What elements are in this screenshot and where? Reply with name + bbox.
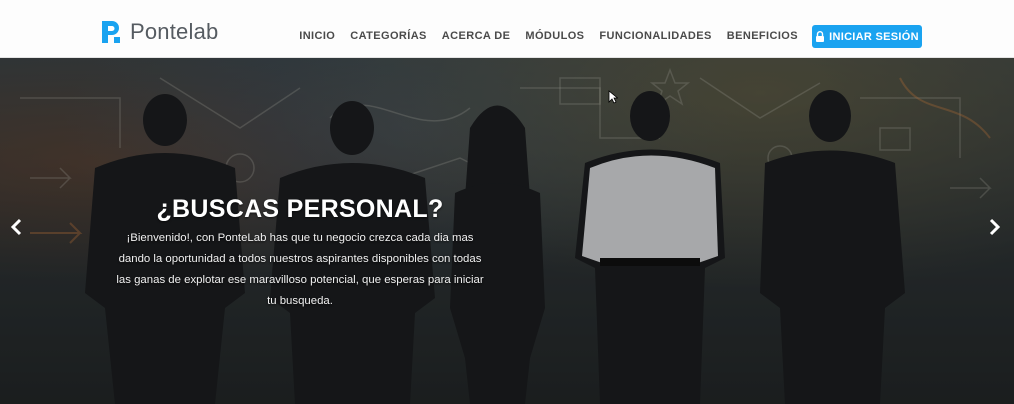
- brand-name: Pontelab: [130, 19, 219, 44]
- chevron-right-icon[interactable]: [985, 218, 1003, 236]
- hero-description-line: las ganas de explotar ese maravilloso po…: [116, 274, 484, 286]
- hero-description-line: tu busqueda.: [267, 295, 333, 307]
- mouse-cursor-icon: [608, 90, 618, 104]
- nav-item-categorias[interactable]: CATEGORÍAS: [350, 30, 427, 42]
- login-button-label: INICIAR SESIÓN: [829, 30, 919, 43]
- hero-caption: ¿BUSCAS PERSONAL? ¡Bienvenido!, con Pont…: [100, 195, 500, 312]
- nav-item-modulos[interactable]: MÓDULOS: [525, 30, 584, 42]
- lock-icon: [816, 31, 825, 42]
- hero-title: ¿BUSCAS PERSONAL?: [156, 195, 444, 223]
- nav-item-beneficios[interactable]: BENEFICIOS: [727, 30, 798, 42]
- nav-item-inicio[interactable]: INICIO: [299, 30, 335, 42]
- brand[interactable]: Pontelab: [100, 19, 218, 45]
- top-navbar: Pontelab INICIO CATEGORÍAS ACERCA DE MÓD…: [0, 0, 1014, 58]
- nav-item-acerca-de[interactable]: ACERCA DE: [442, 30, 511, 42]
- hero-description-line: ¡Bienvenido!, con PonteLab has que tu ne…: [126, 232, 474, 244]
- login-button[interactable]: INICIAR SESIÓN: [812, 25, 922, 48]
- main-nav: INICIO CATEGORÍAS ACERCA DE MÓDULOS FUNC…: [284, 30, 798, 42]
- chevron-left-icon[interactable]: [8, 218, 26, 236]
- hero-carousel: ¿BUSCAS PERSONAL? ¡Bienvenido!, con Pont…: [0, 58, 1014, 404]
- pontelab-logo-icon: [102, 21, 120, 43]
- nav-item-funcionalidades[interactable]: FUNCIONALIDADES: [599, 30, 711, 42]
- hero-description: ¡Bienvenido!, con PonteLab has que tu ne…: [100, 228, 500, 312]
- hero-description-line: dando la oportunidad a todos nuestros as…: [118, 253, 482, 265]
